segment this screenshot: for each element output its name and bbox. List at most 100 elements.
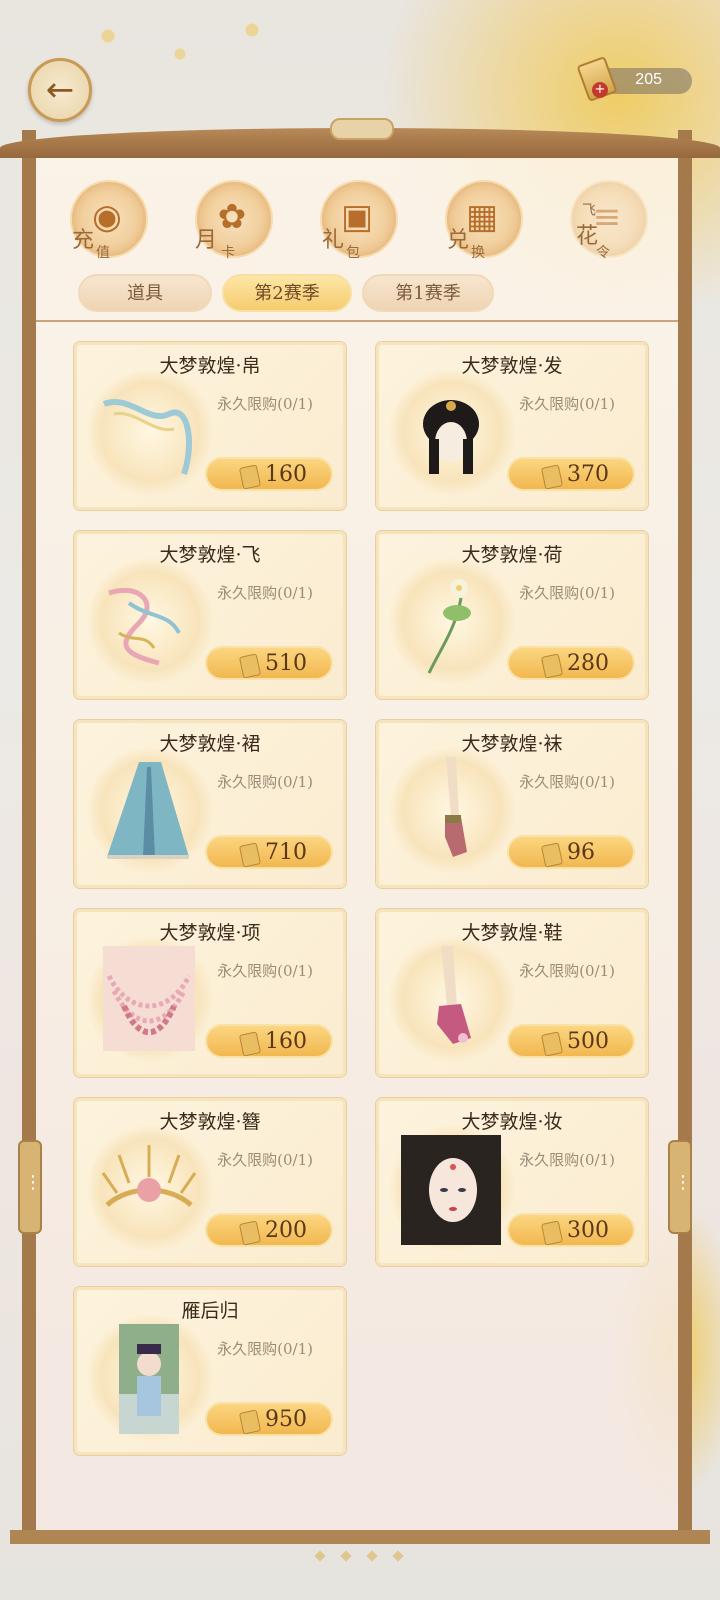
add-currency-button[interactable]: +: [592, 82, 608, 98]
buy-button[interactable]: 280: [507, 646, 635, 680]
scroll-coin-icon: [540, 1220, 564, 1246]
price-value: 300: [567, 1218, 609, 1243]
price-value: 200: [265, 1218, 307, 1243]
item-title: 大梦敦煌·妆: [461, 1111, 563, 1133]
tab-items[interactable]: 道具: [78, 274, 212, 312]
price-value: 500: [567, 1029, 609, 1054]
purchase-limit: 永久限购(0/1): [519, 584, 615, 602]
item-card[interactable]: 大梦敦煌·鞋 永久限购(0/1) 500: [376, 909, 648, 1077]
item-title: 大梦敦煌·帛: [159, 355, 261, 377]
item-card[interactable]: 大梦敦煌·发 永久限购(0/1) 370: [376, 342, 648, 510]
scroll-coin-icon: [540, 1031, 564, 1057]
category-label: 兑: [447, 228, 470, 253]
tab-season-2[interactable]: 第2赛季: [222, 274, 352, 312]
category-monthly-card[interactable]: ✿ 月 卡: [185, 176, 275, 268]
skirt-icon: [99, 757, 199, 867]
scroll-coin-icon: [238, 842, 262, 868]
buy-button[interactable]: 96: [507, 835, 635, 869]
category-sublabel: 换: [471, 245, 485, 261]
scroll-coin-icon: [238, 653, 262, 679]
category-label: 充: [72, 228, 95, 253]
category-sublabel: 值: [96, 245, 110, 261]
buy-button[interactable]: 710: [205, 835, 333, 869]
category-label: 礼: [322, 228, 345, 253]
scroll-coin-icon: [540, 464, 564, 490]
scroll-coin-icon: [238, 1409, 262, 1435]
purchase-limit: 永久限购(0/1): [519, 773, 615, 791]
frame-ornament: [330, 118, 394, 140]
category-sublabel: 包: [346, 245, 360, 261]
purchase-limit: 永久限购(0/1): [217, 773, 313, 791]
back-button[interactable]: ←: [28, 58, 92, 122]
item-card[interactable]: 雁后归 永久限购(0/1) 950: [74, 1287, 346, 1455]
purchase-limit: 永久限购(0/1): [519, 962, 615, 980]
item-card[interactable]: 大梦敦煌·项 永久限购(0/1) 160: [74, 909, 346, 1077]
item-card[interactable]: 大梦敦煌·帛 永久限购(0/1) 160: [74, 342, 346, 510]
price-value: 160: [265, 462, 307, 487]
scene-icon: [99, 1324, 199, 1434]
item-title: 大梦敦煌·簪: [159, 1111, 261, 1133]
socks-icon: [401, 757, 501, 867]
item-card[interactable]: 大梦敦煌·簪 永久限购(0/1) 200: [74, 1098, 346, 1266]
price-value: 160: [265, 1029, 307, 1054]
purchase-limit: 永久限购(0/1): [217, 1151, 313, 1169]
ribbon-icon: [99, 379, 199, 489]
item-title: 大梦敦煌·发: [461, 355, 563, 377]
purchase-limit: 永久限购(0/1): [519, 1151, 615, 1169]
item-card[interactable]: 大梦敦煌·荷 永久限购(0/1) 280: [376, 531, 648, 699]
category-gift-pack[interactable]: ▣ 礼 包: [310, 176, 400, 268]
lotus-icon: [401, 568, 501, 678]
price-value: 950: [265, 1407, 307, 1432]
category-feihua-ling[interactable]: ≡ 飞 花 令: [560, 176, 650, 268]
buy-button[interactable]: 160: [205, 457, 333, 491]
makeup-portrait-icon: [401, 1135, 501, 1245]
buy-button[interactable]: 200: [205, 1213, 333, 1247]
scroll-coin-icon: [238, 1031, 262, 1057]
buy-button[interactable]: 160: [205, 1024, 333, 1058]
buy-button[interactable]: 370: [507, 457, 635, 491]
item-card[interactable]: 大梦敦煌·裙 永久限购(0/1) 710: [74, 720, 346, 888]
item-card[interactable]: 大梦敦煌·妆 永久限购(0/1) 300: [376, 1098, 648, 1266]
item-card[interactable]: 大梦敦煌·飞 永久限购(0/1) 510: [74, 531, 346, 699]
category-exchange[interactable]: ▦ 兑 换: [435, 176, 525, 268]
price-value: 710: [265, 840, 307, 865]
left-side-knob: [18, 1140, 42, 1234]
buy-button[interactable]: 300: [507, 1213, 635, 1247]
item-title: 大梦敦煌·飞: [159, 544, 261, 566]
category-label: 花: [576, 224, 599, 249]
scroll-coin-icon: [238, 464, 262, 490]
back-arrow-icon: ←: [45, 70, 75, 110]
scroll-coin-icon: [540, 842, 564, 868]
currency-value: 205: [635, 71, 662, 88]
purchase-limit: 永久限购(0/1): [217, 962, 313, 980]
frame-bottom-beam: [10, 1530, 710, 1544]
hair-icon: [401, 379, 501, 489]
buy-button[interactable]: 950: [205, 1402, 333, 1436]
category-toplabel: 飞: [582, 203, 596, 219]
necklace-icon: [99, 946, 199, 1056]
bottom-ornament: [314, 1550, 406, 1562]
category-label: 月: [195, 228, 218, 253]
item-title: 雁后归: [181, 1300, 239, 1322]
price-value: 370: [567, 462, 609, 487]
currency-display[interactable]: + 205: [576, 56, 692, 102]
buy-button[interactable]: 510: [205, 646, 333, 680]
scroll-coin-icon: [238, 1220, 262, 1246]
flying-ribbon-icon: [99, 568, 199, 678]
purchase-limit: 永久限购(0/1): [217, 395, 313, 413]
category-sublabel: 令: [596, 245, 610, 261]
item-title: 大梦敦煌·项: [159, 922, 261, 944]
right-side-knob: [668, 1140, 692, 1234]
item-title: 大梦敦煌·鞋: [461, 922, 563, 944]
category-recharge[interactable]: ◉ 充 值: [60, 176, 150, 268]
price-value: 96: [567, 840, 595, 865]
item-title: 大梦敦煌·荷: [461, 544, 563, 566]
price-value: 280: [567, 651, 609, 676]
price-value: 510: [265, 651, 307, 676]
purchase-limit: 永久限购(0/1): [217, 584, 313, 602]
tab-season-1[interactable]: 第1赛季: [362, 274, 494, 312]
hairpin-icon: [99, 1135, 199, 1245]
buy-button[interactable]: 500: [507, 1024, 635, 1058]
category-sublabel: 卡: [221, 245, 235, 261]
item-card[interactable]: 大梦敦煌·袜 永久限购(0/1) 96: [376, 720, 648, 888]
